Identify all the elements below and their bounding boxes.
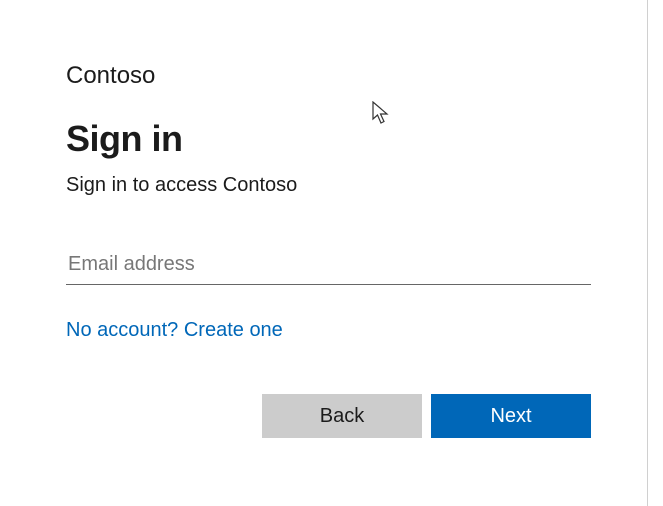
next-button[interactable]: Next	[431, 394, 591, 438]
create-account-link[interactable]: No account? Create one	[66, 319, 283, 341]
brand-name: Contoso	[66, 62, 595, 90]
right-divider	[647, 0, 648, 506]
email-input[interactable]	[66, 249, 591, 285]
page-subtitle: Sign in to access Contoso	[66, 174, 595, 197]
page-title: Sign in	[66, 118, 595, 160]
back-button[interactable]: Back	[262, 394, 422, 438]
